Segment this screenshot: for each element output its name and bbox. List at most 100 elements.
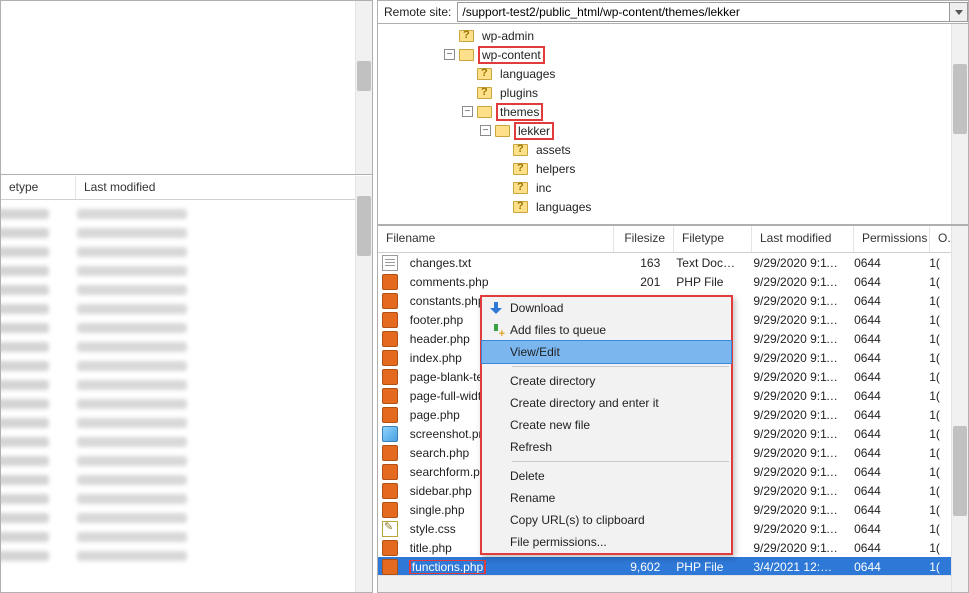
folder-icon [477,106,492,118]
local-file-row[interactable] [1,242,372,261]
tree-node[interactable]: languages [378,64,951,83]
col-filetype[interactable]: etype [1,176,76,199]
expander-icon[interactable]: − [462,106,473,117]
col-lastmodified[interactable]: Last modified [76,176,372,199]
ctx-view-edit[interactable]: View/Edit [482,341,731,363]
local-file-row[interactable] [1,413,372,432]
file-icon [382,369,398,385]
file-perm: 0644 [846,389,921,403]
file-owner: 1( [921,408,951,422]
expander-icon[interactable]: − [444,49,455,60]
file-perm: 0644 [846,332,921,346]
file-row[interactable]: comments.php201PHP File9/29/2020 9:11:..… [378,272,951,291]
ctx-download-label: Download [510,301,723,315]
scrollbar-vertical[interactable] [951,24,968,224]
local-file-row[interactable] [1,204,372,223]
file-owner: 1( [921,484,951,498]
local-file-row[interactable] [1,489,372,508]
ctx-delete[interactable]: Delete [482,465,731,487]
scrollbar-vertical[interactable] [951,226,968,592]
file-row[interactable]: functions.php9,602PHP File3/4/2021 12:50… [378,557,951,576]
tree-node[interactable]: helpers [378,159,951,178]
local-file-row[interactable] [1,299,372,318]
tree-label: wp-admin [479,28,537,44]
file-icon [382,426,398,442]
file-mod: 9/29/2020 9:11:... [745,351,846,365]
tree-node[interactable]: languages [378,197,951,216]
file-perm: 0644 [846,560,921,574]
ctx-file-permissions[interactable]: File permissions... [482,531,731,553]
ctx-copy-url[interactable]: Copy URL(s) to clipboard [482,509,731,531]
file-mod: 3/4/2021 12:50:... [745,560,846,574]
file-mod: 9/29/2020 9:11:... [745,389,846,403]
ctx-rename[interactable]: Rename [482,487,731,509]
tree-node[interactable]: wp-admin [378,26,951,45]
download-icon [490,302,502,314]
tree-label: languages [497,66,558,82]
tree-node[interactable]: −themes [378,102,951,121]
folder-icon [513,163,528,175]
file-mod: 9/29/2020 9:11:... [745,446,846,460]
col-filesize[interactable]: Filesize [614,226,674,252]
ctx-refresh[interactable]: Refresh [482,436,731,458]
local-file-row[interactable] [1,432,372,451]
tree-node[interactable]: inc [378,178,951,197]
file-owner: 1( [921,275,951,289]
file-icon [382,331,398,347]
local-file-row[interactable] [1,280,372,299]
local-file-row[interactable] [1,451,372,470]
local-file-row[interactable] [1,261,372,280]
file-type: Text Docu... [668,256,745,270]
folder-icon [477,87,492,99]
list-header: Filename Filesize Filetype Last modified… [378,226,968,253]
ctx-create-file[interactable]: Create new file [482,414,731,436]
file-perm: 0644 [846,484,921,498]
remote-path-input[interactable] [457,2,950,22]
local-file-row[interactable] [1,356,372,375]
ctx-download[interactable]: Download [482,297,731,319]
local-file-row[interactable] [1,527,372,546]
file-icon [382,464,398,480]
file-perm: 0644 [846,522,921,536]
file-icon [382,274,398,290]
col-perm[interactable]: Permissions [854,226,930,252]
file-icon [382,559,398,575]
local-file-row[interactable] [1,470,372,489]
file-perm: 0644 [846,294,921,308]
expander-icon[interactable]: − [480,125,491,136]
tree-node[interactable]: assets [378,140,951,159]
file-mod: 9/29/2020 9:11:... [745,541,846,555]
context-menu: Download Add files to queue View/Edit Cr… [480,295,733,555]
remote-path-dropdown[interactable] [950,2,968,22]
file-perm: 0644 [846,408,921,422]
local-file-row[interactable] [1,508,372,527]
ctx-create-dir[interactable]: Create directory [482,370,731,392]
tree-node[interactable]: plugins [378,83,951,102]
local-file-row[interactable] [1,394,372,413]
local-file-row[interactable] [1,223,372,242]
file-mod: 9/29/2020 9:11:... [745,370,846,384]
ctx-create-dir-enter[interactable]: Create directory and enter it [482,392,731,414]
local-list-header: etype Last modified [1,176,372,200]
scrollbar-vertical[interactable] [355,1,372,174]
ctx-fileperm-label: File permissions... [510,535,723,549]
scrollbar-vertical[interactable] [355,176,372,592]
col-filetype[interactable]: Filetype [674,226,752,252]
file-perm: 0644 [846,427,921,441]
ctx-separator [512,461,729,462]
col-filename[interactable]: Filename [378,226,614,252]
col-lastmod[interactable]: Last modified [752,226,854,252]
tree-node[interactable]: −lekker [378,121,951,140]
scrollbar-horizontal[interactable] [378,575,951,592]
tree-label: wp-content [479,47,544,63]
ctx-add-to-queue[interactable]: Add files to queue [482,319,731,341]
file-icon [382,293,398,309]
local-file-row[interactable] [1,546,372,565]
local-file-row[interactable] [1,337,372,356]
local-file-row[interactable] [1,318,372,337]
local-file-row[interactable] [1,375,372,394]
tree-node[interactable]: − wp-content [378,45,951,64]
remote-site-label: Remote site: [378,5,457,19]
file-row[interactable]: changes.txt163Text Docu...9/29/2020 9:11… [378,253,951,272]
file-owner: 1( [921,446,951,460]
